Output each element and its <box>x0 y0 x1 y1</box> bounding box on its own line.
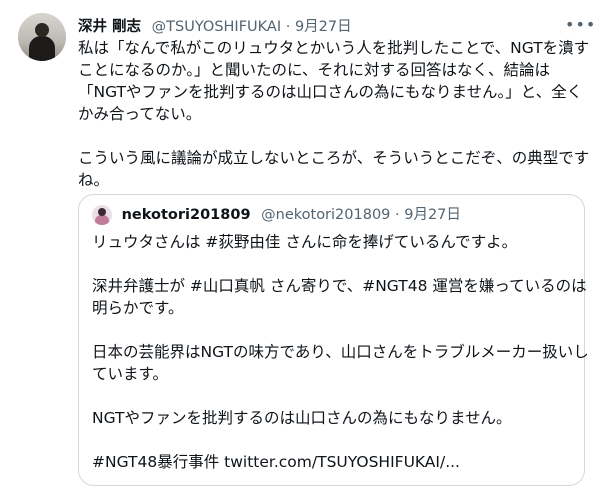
quoted-tweet-card[interactable]: nekotori201809 @nekotori201809 · 9月27日 リ… <box>78 194 589 486</box>
quoted-text-line <box>92 385 572 407</box>
quoted-text-line: NGTやファンを批判するのは山口さんの為にもなりません。 <box>92 409 512 427</box>
tweet-header: 深井 剛志 @TSUYOSHIFUKAI · 9月27日 <box>78 17 352 37</box>
avatar[interactable] <box>18 13 66 61</box>
quoted-tweet-date: 9月27日 <box>404 207 461 223</box>
tweet-text-line: 私は「なんで私がこのリュウタとかいう人を批判したことで、NGTを潰す <box>78 39 590 57</box>
quoted-text-line: ています。 <box>92 365 168 383</box>
tweet-text: 私は「なんで私がこのリュウタとかいう人を批判したことで、NGTを潰す ことになる… <box>78 37 590 191</box>
tweet-text-line: かみ合ってない。 <box>78 105 202 123</box>
more-options-icon[interactable]: ••• <box>565 17 595 37</box>
quoted-tweet-header: nekotori201809 @nekotori201809 · 9月27日 <box>92 205 461 225</box>
tweet-text-line <box>78 125 583 147</box>
tweet-text-line: こういう風に議論が成立しないところが、そういうとこだぞ、の典型です <box>78 149 590 167</box>
quoted-separator-dot: · <box>395 207 400 223</box>
tweet-date[interactable]: 9月27日 <box>295 19 352 35</box>
author-handle[interactable]: @TSUYOSHIFUKAI <box>152 19 281 35</box>
separator-dot: · <box>285 19 291 35</box>
quoted-text-line: #NGT48暴行事件 twitter.com/TSUYOSHIFUKAI/... <box>92 453 460 471</box>
quoted-text-line <box>92 429 572 451</box>
tweet-text-line: ことになるのか。」と聞いたのに、それに対する回答はなく、結論は <box>78 61 550 79</box>
quoted-tweet-text: リュウタさんは #荻野由佳 さんに命を捧げているんですよ。 深井弁護士が #山口… <box>92 231 589 473</box>
quoted-author-handle: @nekotori201809 <box>261 207 391 223</box>
quoted-text-line: 日本の芸能界はNGTの味方であり、山口さんをトラブルメーカー扱いし <box>92 343 589 361</box>
tweet-text-line: 「NGTやファンを批判するのは山口さんの為にもなりません。」と、全く <box>78 83 583 101</box>
quoted-text-line: 明らかです。 <box>92 299 184 317</box>
quoted-avatar <box>92 205 112 225</box>
quoted-author-name: nekotori201809 <box>121 207 251 223</box>
quoted-text-line: リュウタさんは #荻野由佳 さんに命を捧げているんですよ。 <box>92 233 518 251</box>
quoted-text-line: 深井弁護士が #山口真帆 さん寄りで、#NGT48 運営を嫌っているのは <box>92 277 587 295</box>
quoted-text-line <box>92 253 572 275</box>
author-name[interactable]: 深井 剛志 <box>78 19 141 35</box>
tweet-text-line: ね。 <box>78 171 110 189</box>
quoted-text-line <box>92 319 572 341</box>
